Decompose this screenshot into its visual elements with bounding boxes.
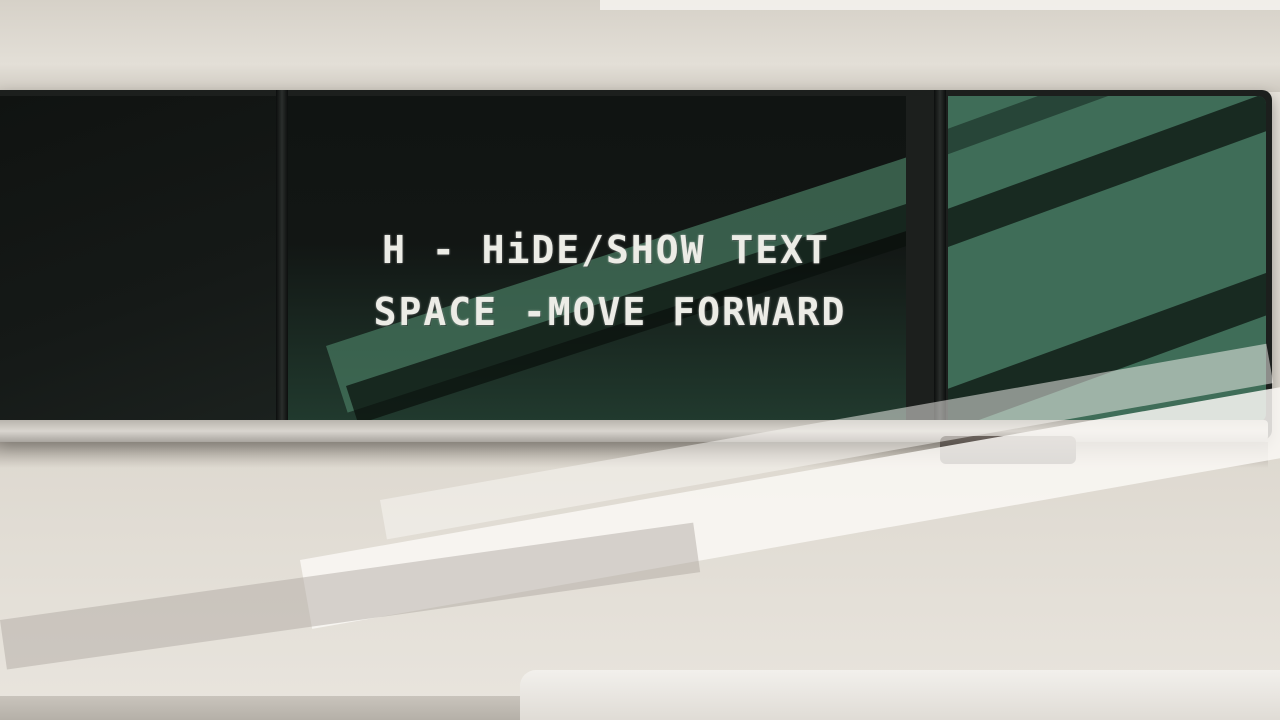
ceiling bbox=[0, 0, 1280, 92]
desk-edge bbox=[0, 696, 520, 720]
board-divider bbox=[276, 90, 288, 430]
wall-shadow bbox=[0, 522, 701, 670]
move-forward-hint: SPACE -MOVE FORWARD bbox=[373, 290, 847, 334]
game-scene: H - HiDE/SHOW TEXT SPACE -MOVE FORWARD bbox=[0, 0, 1280, 720]
chalkboard-panel-left bbox=[0, 96, 276, 422]
hide-show-text-hint: H - HiDE/SHOW TEXT bbox=[382, 228, 830, 272]
ceiling-light bbox=[600, 0, 1280, 10]
board-divider bbox=[934, 90, 946, 430]
desk bbox=[520, 670, 1280, 720]
